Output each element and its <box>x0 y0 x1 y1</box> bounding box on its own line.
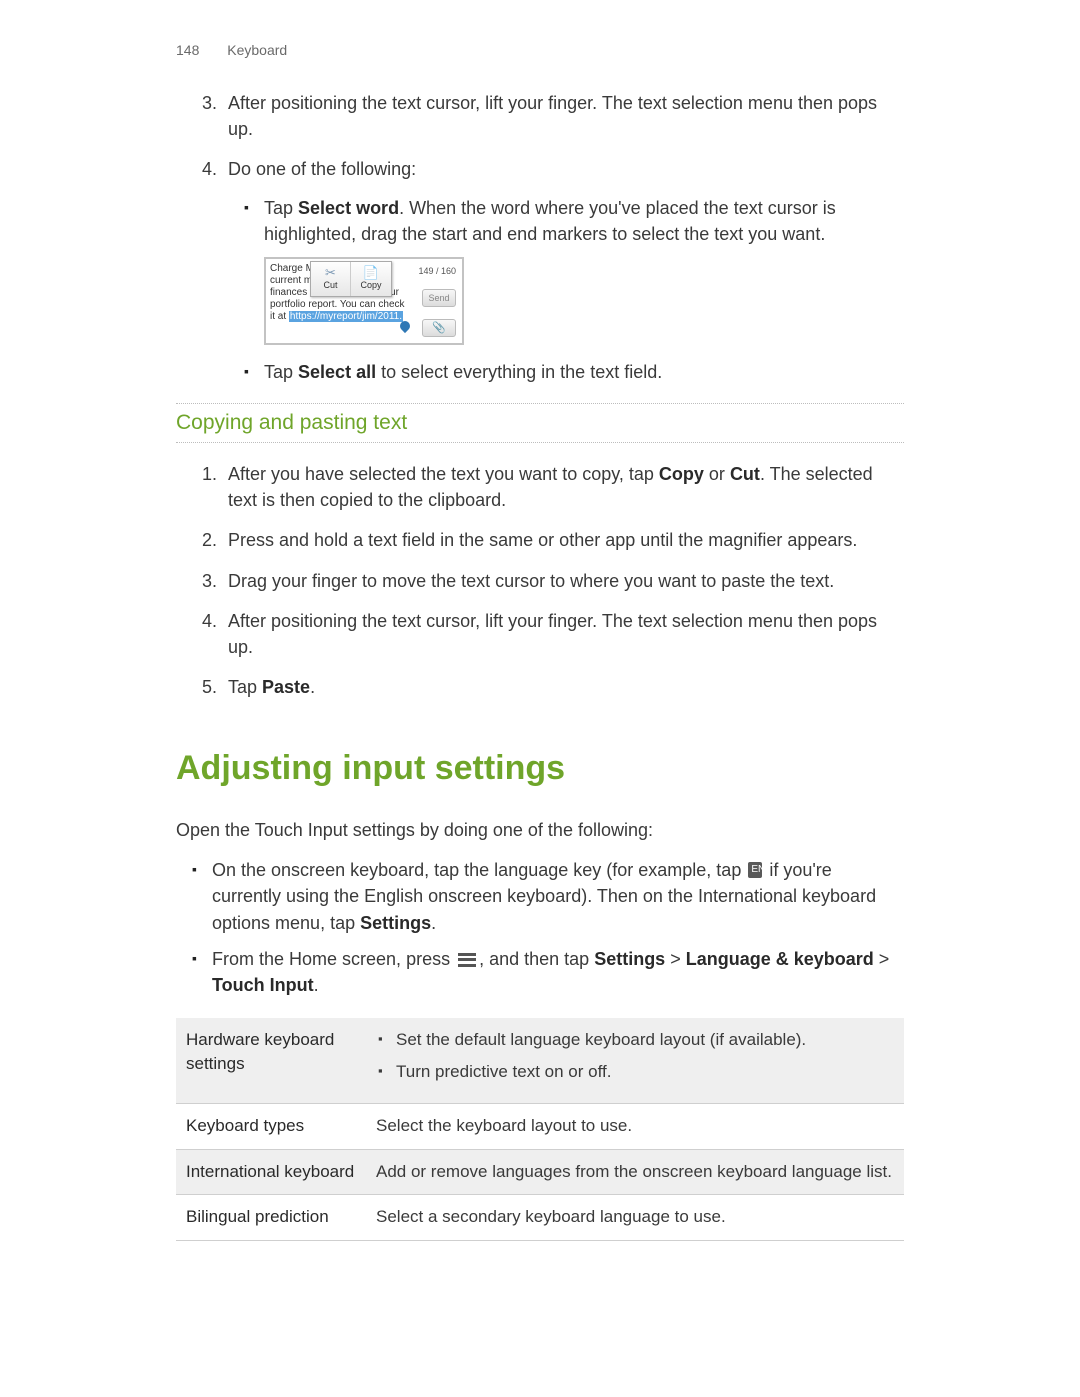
intro-paragraph: Open the Touch Input settings by doing o… <box>176 817 904 843</box>
language-key-icon <box>748 862 762 878</box>
menu-icon <box>458 953 476 967</box>
row-label: International keyboard <box>176 1149 366 1195</box>
table-row: International keyboard Add or remove lan… <box>176 1149 904 1195</box>
cut-button[interactable]: ✂Cut <box>311 262 351 296</box>
attach-button[interactable]: 📎 <box>422 319 456 337</box>
copy-icon: 📄 <box>363 266 379 279</box>
bullet-lang-key: On the onscreen keyboard, tap the langua… <box>212 857 904 935</box>
row-value: Select the keyboard layout to use. <box>366 1104 904 1150</box>
steps-list-a: After positioning the text cursor, lift … <box>176 90 904 385</box>
table-row: Keyboard types Select the keyboard layou… <box>176 1104 904 1150</box>
row-label: Hardware keyboard settings <box>176 1018 366 1104</box>
sub-select-word: Tap Select word. When the word where you… <box>264 195 904 345</box>
mock-popup: ✂Cut 📄Copy <box>310 261 392 297</box>
page-title: Adjusting input settings <box>176 744 904 793</box>
row-value: Set the default language keyboard layout… <box>366 1018 904 1104</box>
section-heading: Copying and pasting text <box>176 403 904 443</box>
page-header: 148 Keyboard <box>176 40 904 60</box>
step-b2: Press and hold a text field in the same … <box>222 527 904 553</box>
step-b4: After positioning the text cursor, lift … <box>222 608 904 660</box>
phone-screenshot: Charge Mr. Walker for the current market… <box>264 257 464 345</box>
copy-button[interactable]: 📄Copy <box>351 262 391 296</box>
row-value: Select a secondary keyboard language to … <box>366 1195 904 1241</box>
settings-table: Hardware keyboard settings Set the defau… <box>176 1018 904 1241</box>
step-3: After positioning the text cursor, lift … <box>222 90 904 142</box>
list-item: Set the default language keyboard layout… <box>396 1028 894 1053</box>
row-label: Keyboard types <box>176 1104 366 1150</box>
step-4-sub: Tap Select word. When the word where you… <box>228 195 904 385</box>
char-counter: 149 / 160 <box>418 265 456 278</box>
bullet-home-menu: From the Home screen, press , and then t… <box>212 946 904 998</box>
table-row: Hardware keyboard settings Set the defau… <box>176 1018 904 1104</box>
row-label: Bilingual prediction <box>176 1195 366 1241</box>
steps-list-b: After you have selected the text you wan… <box>176 461 904 700</box>
open-settings-bullets: On the onscreen keyboard, tap the langua… <box>176 857 904 997</box>
page-number: 148 <box>176 40 199 60</box>
send-button[interactable]: Send <box>422 289 456 307</box>
table-row: Bilingual prediction Select a secondary … <box>176 1195 904 1241</box>
list-item: Turn predictive text on or off. <box>396 1060 894 1085</box>
row-value: Add or remove languages from the onscree… <box>366 1149 904 1195</box>
step-b1: After you have selected the text you wan… <box>222 461 904 513</box>
step-b5: Tap Paste. <box>222 674 904 700</box>
document-page: 148 Keyboard After positioning the text … <box>0 0 1080 1281</box>
scissors-icon: ✂ <box>325 266 336 279</box>
step-4: Do one of the following: Tap Select word… <box>222 156 904 384</box>
header-section: Keyboard <box>227 42 287 58</box>
step-b3: Drag your finger to move the text cursor… <box>222 568 904 594</box>
sub-select-all: Tap Select all to select everything in t… <box>264 359 904 385</box>
